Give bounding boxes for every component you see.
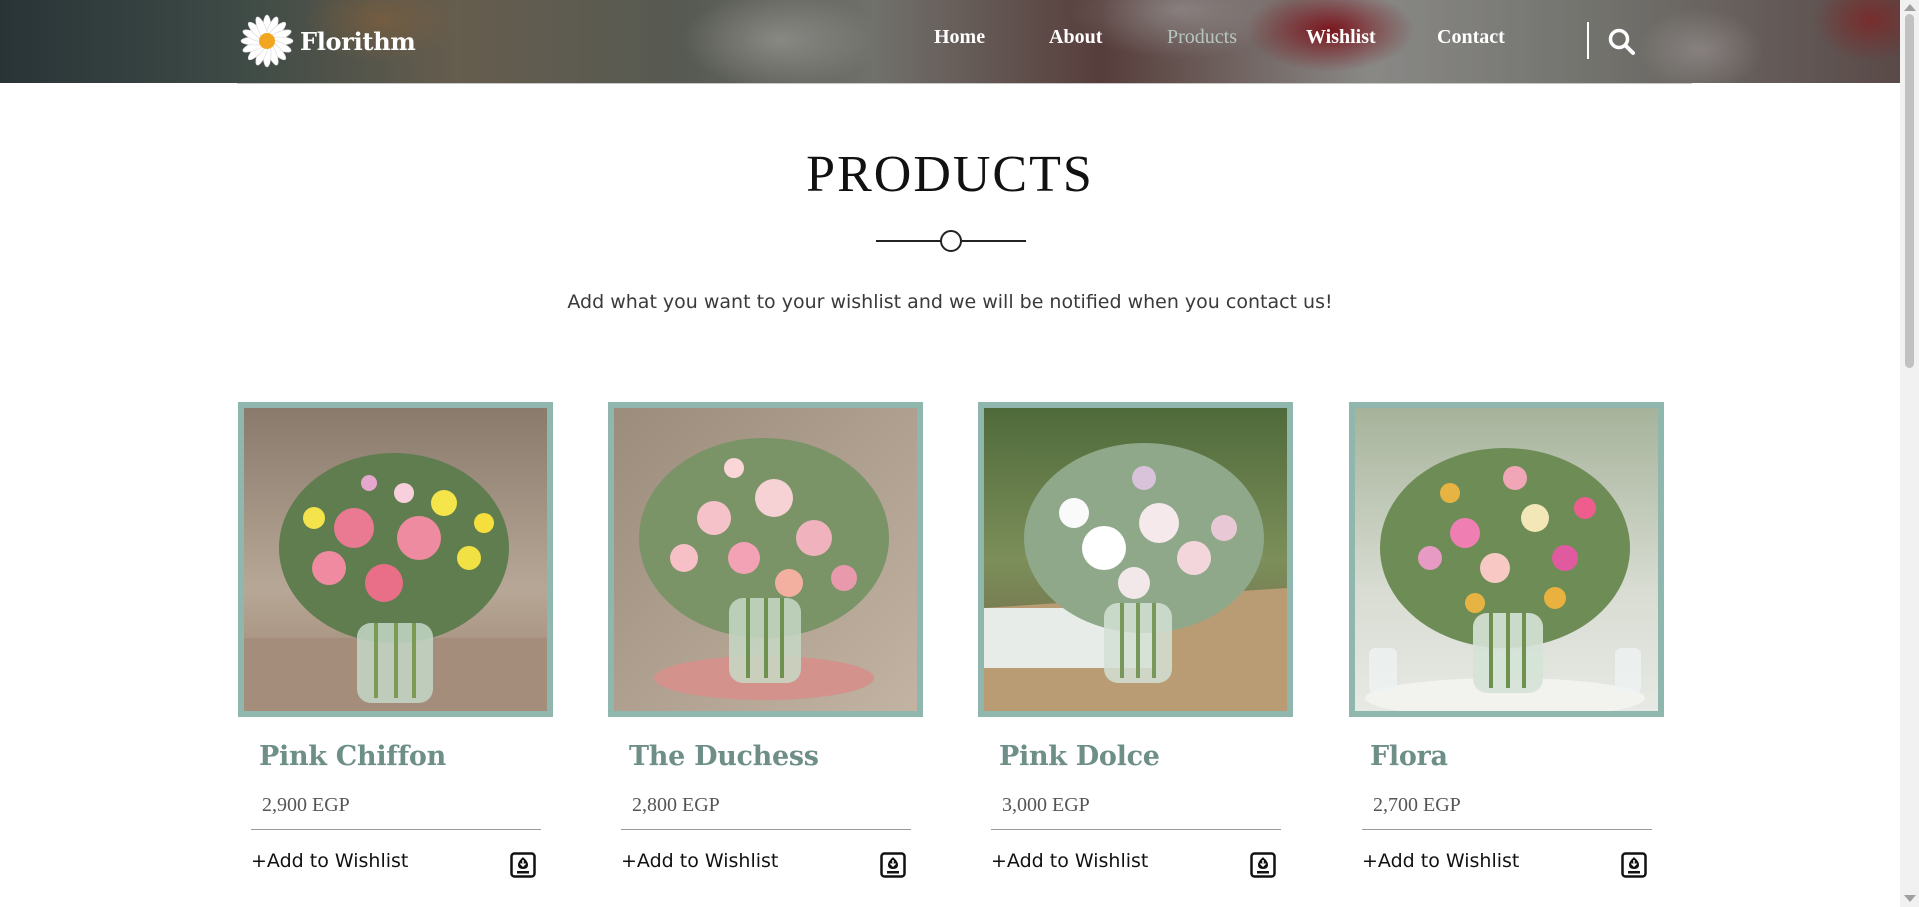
nav-contact[interactable]: Contact xyxy=(1437,26,1505,49)
nav-wishlist[interactable]: Wishlist xyxy=(1306,26,1376,49)
card-divider xyxy=(991,829,1281,830)
product-price: 2,700 EGP xyxy=(1373,794,1461,816)
nav-about[interactable]: About xyxy=(1049,26,1102,49)
add-to-wishlist-button[interactable]: +Add to Wishlist xyxy=(1362,850,1519,872)
product-name[interactable]: Flora xyxy=(1370,741,1448,772)
product-card: Pink Chiffon 2,900 EGP +Add to Wishlist xyxy=(238,402,553,907)
product-card: Flora 2,700 EGP +Add to Wishlist xyxy=(1349,402,1664,907)
page-scrollbar[interactable] xyxy=(1900,0,1919,907)
save-to-wishlist-icon[interactable] xyxy=(880,852,906,878)
add-to-wishlist-button[interactable]: +Add to Wishlist xyxy=(621,850,778,872)
card-divider xyxy=(251,829,541,830)
search-icon xyxy=(1608,28,1635,55)
title-divider xyxy=(876,229,1026,253)
save-to-wishlist-icon[interactable] xyxy=(1621,852,1647,878)
card-divider xyxy=(1362,829,1652,830)
nav-home[interactable]: Home xyxy=(934,26,985,49)
add-to-wishlist-button[interactable]: +Add to Wishlist xyxy=(991,850,1148,872)
bouquet-photo xyxy=(984,408,1287,711)
product-price: 2,800 EGP xyxy=(632,794,720,816)
product-name[interactable]: Pink Dolce xyxy=(999,741,1160,772)
product-card: Pink Dolce 3,000 EGP +Add to Wishlist xyxy=(978,402,1293,907)
add-to-wishlist-button[interactable]: +Add to Wishlist xyxy=(251,850,408,872)
page-subtitle: Add what you want to your wishlist and w… xyxy=(567,291,1333,313)
product-card: The Duchess 2,800 EGP +Add to Wishlist xyxy=(608,402,923,907)
product-name[interactable]: Pink Chiffon xyxy=(259,741,446,772)
card-divider xyxy=(621,829,911,830)
page-title: PRODUCTS xyxy=(806,146,1094,203)
product-image[interactable] xyxy=(978,402,1293,717)
product-name[interactable]: The Duchess xyxy=(629,741,819,772)
product-image[interactable] xyxy=(238,402,553,717)
nav-divider xyxy=(1587,22,1589,59)
product-price: 3,000 EGP xyxy=(1002,794,1090,816)
product-image[interactable] xyxy=(608,402,923,717)
bouquet-photo xyxy=(1355,408,1658,711)
nav-products[interactable]: Products xyxy=(1167,26,1237,49)
scroll-down-arrow-icon[interactable] xyxy=(1904,895,1916,902)
bouquet-photo xyxy=(244,408,547,711)
bouquet-photo xyxy=(614,408,917,711)
search-button[interactable] xyxy=(1607,27,1637,57)
save-to-wishlist-icon[interactable] xyxy=(1250,852,1276,878)
product-image[interactable] xyxy=(1349,402,1664,717)
save-to-wishlist-icon[interactable] xyxy=(510,852,536,878)
header-underline xyxy=(237,83,1692,84)
product-price: 2,900 EGP xyxy=(262,794,350,816)
